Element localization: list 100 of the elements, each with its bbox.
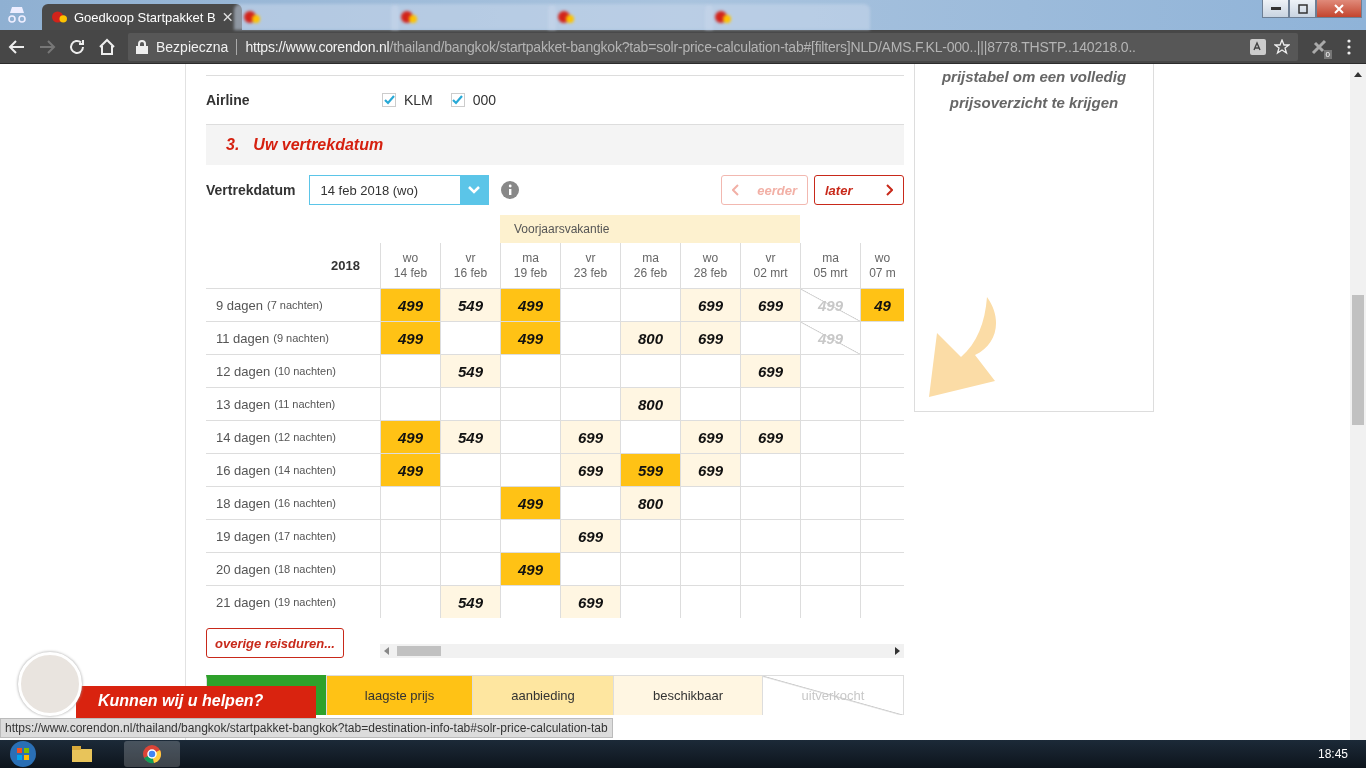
table-cell: [740, 585, 800, 618]
price-cell[interactable]: 800: [620, 387, 680, 420]
table-cell: [560, 354, 620, 387]
table-cell: [440, 552, 500, 585]
checkmark-icon: [452, 95, 464, 105]
scroll-left-icon[interactable]: [384, 647, 389, 655]
table-cell: [800, 420, 860, 453]
scrollbar-thumb[interactable]: [1352, 295, 1364, 425]
price-cell[interactable]: 699: [560, 519, 620, 552]
browser-icon[interactable]: [124, 741, 180, 767]
more-durations-button[interactable]: overige reisduren...: [206, 628, 344, 658]
price-cell[interactable]: 699: [740, 354, 800, 387]
legend-item: laagste prijs: [326, 675, 472, 715]
chevron-left-icon: [732, 184, 740, 196]
table-cell: [680, 552, 740, 585]
maximize-button[interactable]: [1289, 0, 1316, 18]
table-cell: [680, 519, 740, 552]
price-cell[interactable]: 699: [680, 321, 740, 354]
price-cell[interactable]: 599: [620, 453, 680, 486]
price-cell[interactable]: 499: [500, 288, 560, 321]
price-cell[interactable]: 800: [620, 486, 680, 519]
price-cell[interactable]: 499: [380, 420, 440, 453]
airline-label: Airline: [206, 92, 251, 108]
price-cell[interactable]: 699: [560, 420, 620, 453]
close-button[interactable]: [1316, 0, 1362, 18]
price-cell[interactable]: 699: [680, 288, 740, 321]
close-icon[interactable]: [222, 12, 232, 22]
price-cell[interactable]: 549: [440, 354, 500, 387]
site-logo-icon: [52, 10, 67, 24]
table-cell: [440, 486, 500, 519]
date-select[interactable]: 14 feb 2018 (wo): [309, 175, 490, 205]
legend-item: aanbieding: [472, 675, 613, 715]
star-icon[interactable]: [1274, 38, 1290, 55]
info-icon[interactable]: [501, 181, 520, 199]
price-cell[interactable]: 499: [500, 321, 560, 354]
reload-icon[interactable]: [68, 37, 86, 56]
address-field[interactable]: https://www.corendon.nl/thailand/bangkok/startpakket-bangkok?tab=solr-price-calculation-tab#[filters]NLD/AMS.F.KL-000..|||8778.THSTP..140218.0..: [245, 38, 1242, 55]
price-cell[interactable]: 699: [680, 420, 740, 453]
chevron-right-icon: [885, 184, 893, 196]
table-cell: [800, 354, 860, 387]
table-cell: [500, 387, 560, 420]
table-cell: [680, 585, 740, 618]
table-cell: [560, 486, 620, 519]
departure-label: Vertrekdatum: [206, 182, 296, 198]
minimize-button[interactable]: [1262, 0, 1289, 18]
price-cell[interactable]: 499: [500, 552, 560, 585]
scroll-up-icon[interactable]: [1354, 72, 1362, 77]
price-cell[interactable]: 549: [440, 585, 500, 618]
price-cell[interactable]: 699: [560, 453, 620, 486]
table-cell: [440, 453, 500, 486]
site-logo-icon: [244, 10, 260, 24]
site-logo-icon: [715, 10, 731, 24]
table-cell: [560, 288, 620, 321]
price-cell[interactable]: 699: [560, 585, 620, 618]
price-cell[interactable]: 499: [500, 486, 560, 519]
price-cell[interactable]: 499: [380, 453, 440, 486]
table-cell: [860, 387, 904, 420]
back-icon[interactable]: [8, 37, 26, 56]
later-button[interactable]: later: [814, 175, 904, 205]
browser-tab[interactable]: Goedkoop Startpakket B: [42, 4, 242, 30]
airline-checkbox[interactable]: KLM: [382, 92, 433, 108]
table-cell: [680, 486, 740, 519]
section-title: Uw vertrekdatum: [253, 136, 384, 154]
status-url-tooltip: https://www.corendon.nl/thailand/bangkok/startpakket-bangkok?tab=destination-info-tab#solr-price-calculation-tab: [0, 718, 613, 738]
table-cell: [500, 420, 560, 453]
table-cell: [740, 321, 800, 354]
airline-checkbox[interactable]: 000: [450, 92, 497, 108]
scroll-right-icon[interactable]: [895, 647, 900, 655]
security-label: Bezpieczna: [156, 38, 238, 55]
table-cell: [560, 552, 620, 585]
year-label: 2018: [330, 257, 361, 275]
translate-icon[interactable]: [1250, 38, 1266, 55]
site-logo-icon: [558, 10, 574, 24]
table-cell: [800, 453, 860, 486]
table-cell: [560, 387, 620, 420]
scrollbar-thumb[interactable]: [397, 646, 441, 656]
maximize-icon: [1297, 3, 1308, 14]
price-cell[interactable]: 499: [380, 288, 440, 321]
lock-icon: [136, 39, 148, 54]
price-cell[interactable]: 699: [740, 420, 800, 453]
home-icon[interactable]: [98, 37, 116, 56]
table-cell: [380, 552, 440, 585]
price-cell[interactable]: 800: [620, 321, 680, 354]
legend-item: beschikbaar: [613, 675, 762, 715]
horizontal-scrollbar[interactable]: [380, 644, 904, 658]
table-cell: [440, 387, 500, 420]
table-cell: [380, 354, 440, 387]
table-cell: [500, 585, 560, 618]
price-cell[interactable]: 49: [860, 288, 904, 321]
price-cell[interactable]: 549: [440, 288, 500, 321]
table-cell: [740, 453, 800, 486]
close-icon: [1334, 3, 1344, 14]
table-cell: [860, 321, 904, 354]
price-cell[interactable]: 699: [740, 288, 800, 321]
price-cell[interactable]: 699: [680, 453, 740, 486]
vertical-scrollbar[interactable]: [1350, 64, 1366, 740]
price-cell[interactable]: 549: [440, 420, 500, 453]
price-cell[interactable]: 499: [380, 321, 440, 354]
clock: 18:45: [1317, 747, 1348, 761]
table-cell: [440, 519, 500, 552]
